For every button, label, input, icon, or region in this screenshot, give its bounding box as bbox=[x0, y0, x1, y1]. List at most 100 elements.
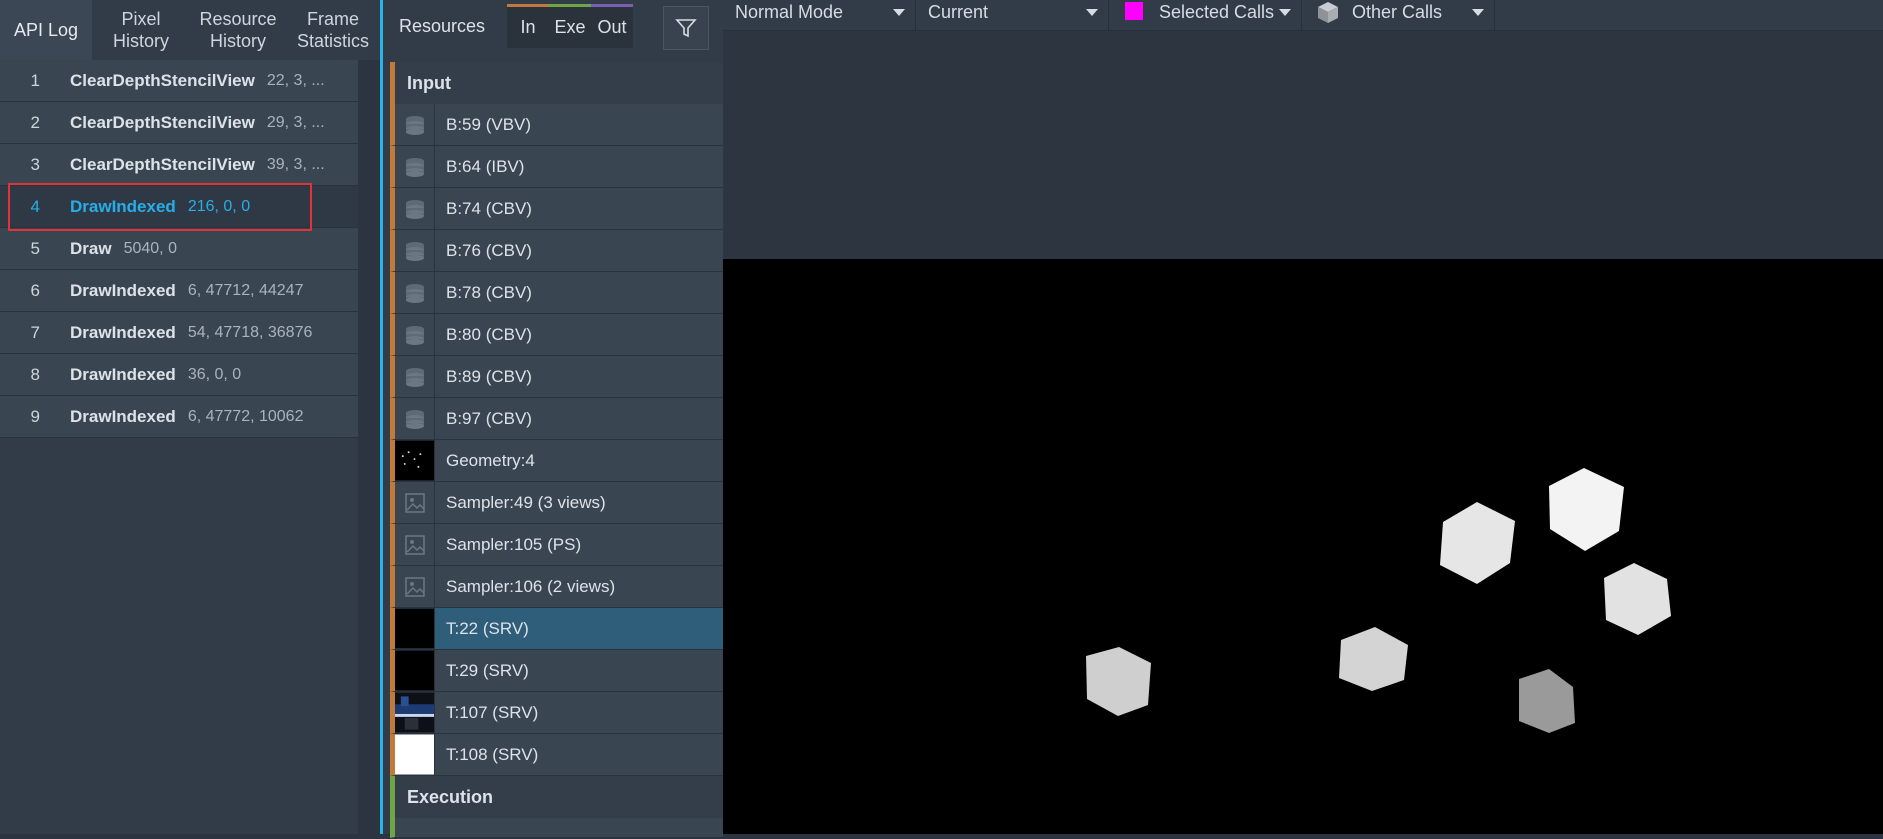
api-call-row[interactable]: 6 DrawIndexed 6, 47712, 44247 bbox=[0, 270, 358, 312]
other-calls-dropdown[interactable]: Other Calls bbox=[1302, 0, 1495, 30]
black-thumbnail bbox=[395, 650, 435, 691]
call-number: 9 bbox=[30, 406, 40, 426]
call-args: 5040, 0 bbox=[123, 239, 177, 257]
filter-button[interactable] bbox=[663, 6, 709, 50]
geometry-thumbnail bbox=[395, 440, 435, 481]
selection-highlight-box bbox=[8, 183, 312, 231]
buffer-icon bbox=[395, 104, 435, 145]
scope-dropdown[interactable]: Current bbox=[916, 0, 1109, 30]
resource-row[interactable]: B:76 (CBV) bbox=[390, 230, 723, 272]
image-icon bbox=[395, 566, 435, 607]
chevron-down-icon bbox=[1472, 9, 1484, 16]
call-number: 7 bbox=[30, 322, 40, 342]
resource-row[interactable]: T:29 (SRV) bbox=[390, 650, 723, 692]
call-function: DrawIndexed bbox=[70, 406, 176, 426]
resource-list: Input B:59 (VBV) B:64 (IBV) B:74 (CBV) B:76… bbox=[390, 62, 723, 838]
cube bbox=[1086, 647, 1151, 716]
cube bbox=[1604, 563, 1671, 635]
buffer-icon bbox=[395, 314, 435, 355]
black-thumbnail bbox=[395, 608, 435, 649]
resource-row[interactable]: B:59 (VBV) bbox=[390, 104, 723, 146]
image-icon bbox=[395, 482, 435, 523]
resources-title: Resources bbox=[399, 16, 486, 36]
api-call-row[interactable]: 5 Draw 5040, 0 bbox=[0, 228, 358, 270]
call-args: 22, 3, ... bbox=[266, 71, 325, 89]
call-args: 54, 47718, 36876 bbox=[187, 323, 313, 341]
api-call-row[interactable]: 2 ClearDepthStencilView 29, 3, ... bbox=[0, 102, 358, 144]
panel-divider[interactable] bbox=[380, 0, 383, 834]
call-function: DrawIndexed bbox=[70, 322, 176, 342]
resource-label: Sampler:105 (PS) bbox=[446, 534, 582, 554]
resource-label: Geometry:4 bbox=[446, 450, 535, 470]
tab-execution[interactable]: Exe bbox=[549, 4, 591, 48]
mode-dropdown-value: Normal Mode bbox=[735, 2, 844, 22]
tab-output[interactable]: Out bbox=[591, 4, 633, 48]
execution-row-partial[interactable] bbox=[390, 818, 723, 838]
resource-row[interactable]: Sampler:49 (3 views) bbox=[390, 482, 723, 524]
resource-row[interactable]: B:74 (CBV) bbox=[390, 188, 723, 230]
tab-resource-history[interactable]: Resource History bbox=[190, 0, 286, 60]
resource-label: B:97 (CBV) bbox=[446, 408, 532, 428]
tab-api-log[interactable]: API Log bbox=[0, 0, 92, 60]
buffer-icon bbox=[395, 272, 435, 313]
resource-label: B:76 (CBV) bbox=[446, 240, 532, 260]
resource-label: T:107 (SRV) bbox=[446, 702, 539, 722]
tab-frame-statistics[interactable]: Frame Statistics bbox=[286, 0, 380, 60]
cube bbox=[1440, 502, 1515, 584]
api-call-row[interactable]: 1 ClearDepthStencilView 22, 3, ... bbox=[0, 60, 358, 102]
api-log-scrollbar[interactable] bbox=[358, 60, 380, 834]
api-call-row[interactable]: 3 ClearDepthStencilView 39, 3, ... bbox=[0, 144, 358, 186]
rendered-scene bbox=[1086, 468, 1671, 733]
selected-calls-label: Selected Calls bbox=[1159, 2, 1275, 22]
render-viewport[interactable] bbox=[723, 259, 1883, 834]
scope-dropdown-value: Current bbox=[928, 2, 989, 22]
execution-section-header[interactable]: Execution bbox=[390, 776, 723, 818]
buffer-icon bbox=[395, 188, 435, 229]
other-calls-label: Other Calls bbox=[1352, 2, 1443, 22]
resource-row[interactable]: T:107 (SRV) bbox=[390, 692, 723, 734]
resource-row-selected[interactable]: T:22 (SRV) bbox=[390, 608, 723, 650]
call-function: DrawIndexed bbox=[70, 364, 176, 384]
buffer-icon bbox=[395, 230, 435, 271]
api-call-list: 1 ClearDepthStencilView 22, 3, ... 2 ClearD… bbox=[0, 60, 358, 438]
resource-label: B:89 (CBV) bbox=[446, 366, 532, 386]
api-call-row[interactable]: 8 DrawIndexed 36, 0, 0 bbox=[0, 354, 358, 396]
cube-icon bbox=[1318, 2, 1338, 23]
resource-row[interactable]: B:89 (CBV) bbox=[390, 356, 723, 398]
resource-row[interactable]: B:97 (CBV) bbox=[390, 398, 723, 440]
render-target-viewer: Normal Mode Current Selected Calls Other… bbox=[723, 0, 1883, 834]
selected-calls-dropdown[interactable]: Selected Calls bbox=[1109, 0, 1302, 30]
resource-row[interactable]: B:80 (CBV) bbox=[390, 314, 723, 356]
call-function: DrawIndexed bbox=[70, 280, 176, 300]
chevron-down-icon bbox=[1279, 9, 1291, 16]
resource-row[interactable]: Sampler:105 (PS) bbox=[390, 524, 723, 566]
api-call-row[interactable]: 7 DrawIndexed 54, 47718, 36876 bbox=[0, 312, 358, 354]
call-number: 3 bbox=[30, 154, 40, 174]
resource-row[interactable]: Geometry:4 bbox=[390, 440, 723, 482]
resource-row[interactable]: B:64 (IBV) bbox=[390, 146, 723, 188]
tab-pixel-history[interactable]: Pixel History bbox=[92, 0, 190, 60]
call-function: ClearDepthStencilView bbox=[70, 112, 255, 132]
resource-label: Sampler:106 (2 views) bbox=[446, 576, 616, 596]
viewer-toolbar: Normal Mode Current Selected Calls Other… bbox=[723, 0, 1883, 31]
call-function: Draw bbox=[70, 238, 112, 258]
call-number: 5 bbox=[30, 238, 40, 258]
input-section-header[interactable]: Input bbox=[390, 62, 723, 104]
call-number: 6 bbox=[30, 280, 40, 300]
api-call-row[interactable]: 9 DrawIndexed 6, 47772, 10062 bbox=[0, 396, 358, 438]
tab-input[interactable]: In bbox=[507, 4, 549, 48]
call-number: 8 bbox=[30, 364, 40, 384]
call-args: 29, 3, ... bbox=[266, 113, 325, 131]
buffer-icon bbox=[395, 398, 435, 439]
resource-row[interactable]: B:78 (CBV) bbox=[390, 272, 723, 314]
white-thumbnail bbox=[395, 734, 435, 775]
call-number: 2 bbox=[30, 112, 40, 132]
resource-label: B:78 (CBV) bbox=[446, 282, 532, 302]
resource-label: T:22 (SRV) bbox=[446, 618, 529, 638]
resource-label: T:108 (SRV) bbox=[446, 744, 539, 764]
mode-dropdown[interactable]: Normal Mode bbox=[723, 0, 916, 30]
resource-row[interactable]: T:108 (SRV) bbox=[390, 734, 723, 776]
api-log-panel: API Log Pixel History Resource History F… bbox=[0, 0, 380, 834]
resource-row[interactable]: Sampler:106 (2 views) bbox=[390, 566, 723, 608]
filter-icon bbox=[675, 19, 697, 38]
